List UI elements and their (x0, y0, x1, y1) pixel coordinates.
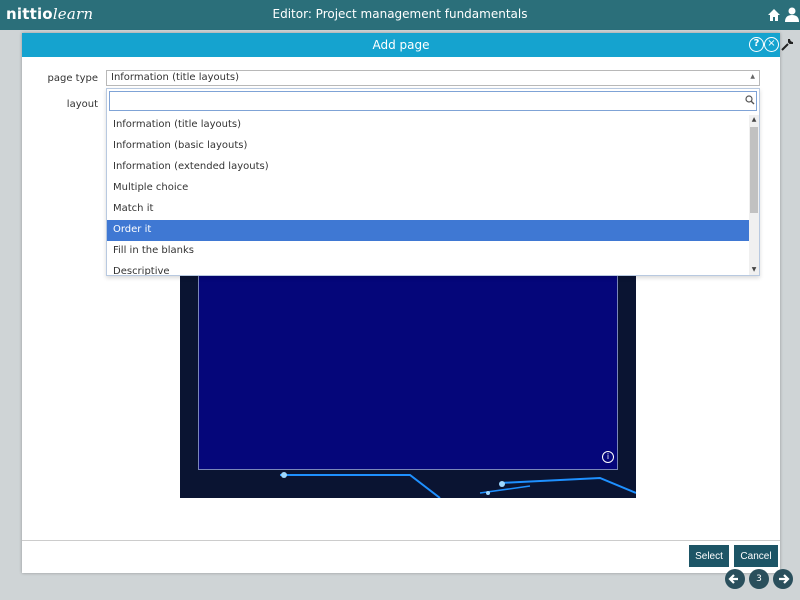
scroll-down-icon[interactable]: ▼ (749, 265, 759, 275)
scroll-up-icon[interactable]: ▲ (749, 115, 759, 125)
close-icon[interactable]: × (764, 37, 779, 52)
page-type-select[interactable]: Information (title layouts) ▲ (106, 70, 760, 86)
arrow-left-icon (728, 574, 738, 584)
chevron-up-icon: ▲ (750, 73, 755, 80)
app-bar: nittiolearn Editor: Project management f… (0, 0, 800, 30)
info-icon[interactable]: i (602, 451, 614, 463)
wrench-icon[interactable] (780, 38, 794, 52)
page-number-badge[interactable]: 3 (749, 569, 769, 589)
option-item[interactable]: Information (basic layouts) (107, 136, 749, 157)
dialog-title: Add page (372, 38, 430, 52)
option-item[interactable]: Multiple choice (107, 178, 749, 199)
scroll-thumb[interactable] (750, 127, 758, 213)
search-icon (745, 95, 755, 105)
layout-label: layout (66, 99, 98, 110)
add-page-dialog: Add page ? × page type layout Informatio… (22, 33, 780, 573)
option-item[interactable]: Match it (107, 199, 749, 220)
help-icon[interactable]: ? (749, 37, 764, 52)
page-type-dropdown: Information (title layouts) Information … (106, 88, 760, 276)
app-title: Editor: Project management fundamentals (272, 7, 528, 21)
select-button[interactable]: Select (689, 545, 729, 567)
dialog-header: Add page ? × (22, 33, 780, 57)
footer-divider (22, 540, 780, 541)
cancel-button[interactable]: Cancel (734, 545, 778, 567)
option-item-selected[interactable]: Order it (107, 220, 749, 241)
preview-frame (198, 273, 618, 470)
layout-preview: i (180, 243, 636, 498)
dropdown-scrollbar[interactable]: ▲ ▼ (749, 115, 759, 275)
search-input[interactable] (109, 91, 757, 111)
option-item[interactable]: Fill in the blanks (107, 241, 749, 262)
option-item[interactable]: Descriptive (107, 262, 749, 275)
home-icon[interactable] (767, 8, 781, 22)
next-page-button[interactable] (773, 569, 793, 589)
user-icon[interactable] (785, 7, 799, 22)
option-list: Information (title layouts) Information … (107, 115, 749, 275)
arrow-right-icon (779, 574, 790, 584)
page-type-label: page type (47, 73, 99, 84)
option-item[interactable]: Information (title layouts) (107, 115, 749, 136)
option-item[interactable]: Information (extended layouts) (107, 157, 749, 178)
prev-page-button[interactable] (725, 569, 745, 589)
page-type-value: Information (title layouts) (111, 72, 240, 83)
